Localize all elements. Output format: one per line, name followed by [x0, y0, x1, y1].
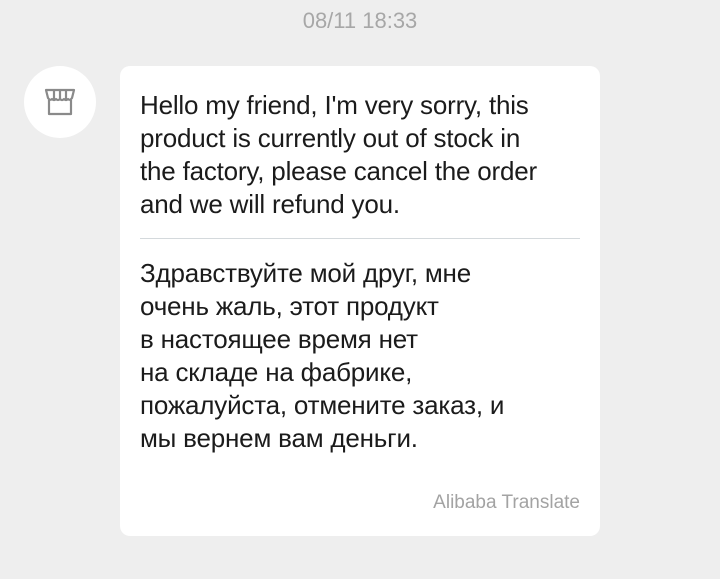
translation-credit: Alibaba Translate: [433, 492, 580, 513]
original-message-text: Hello my friend, I'm very sorry, this pr…: [140, 90, 537, 219]
store-icon: [43, 87, 77, 117]
translated-message-text: Здравствуйте мой друг, мне очень жаль, э…: [140, 258, 505, 453]
translation-divider: [140, 238, 580, 239]
message-timestamp: 08/11 18:33: [302, 8, 418, 33]
message-bubble[interactable]: Hello my friend, I'm very sorry, this pr…: [120, 66, 600, 536]
seller-avatar[interactable]: [24, 66, 96, 138]
